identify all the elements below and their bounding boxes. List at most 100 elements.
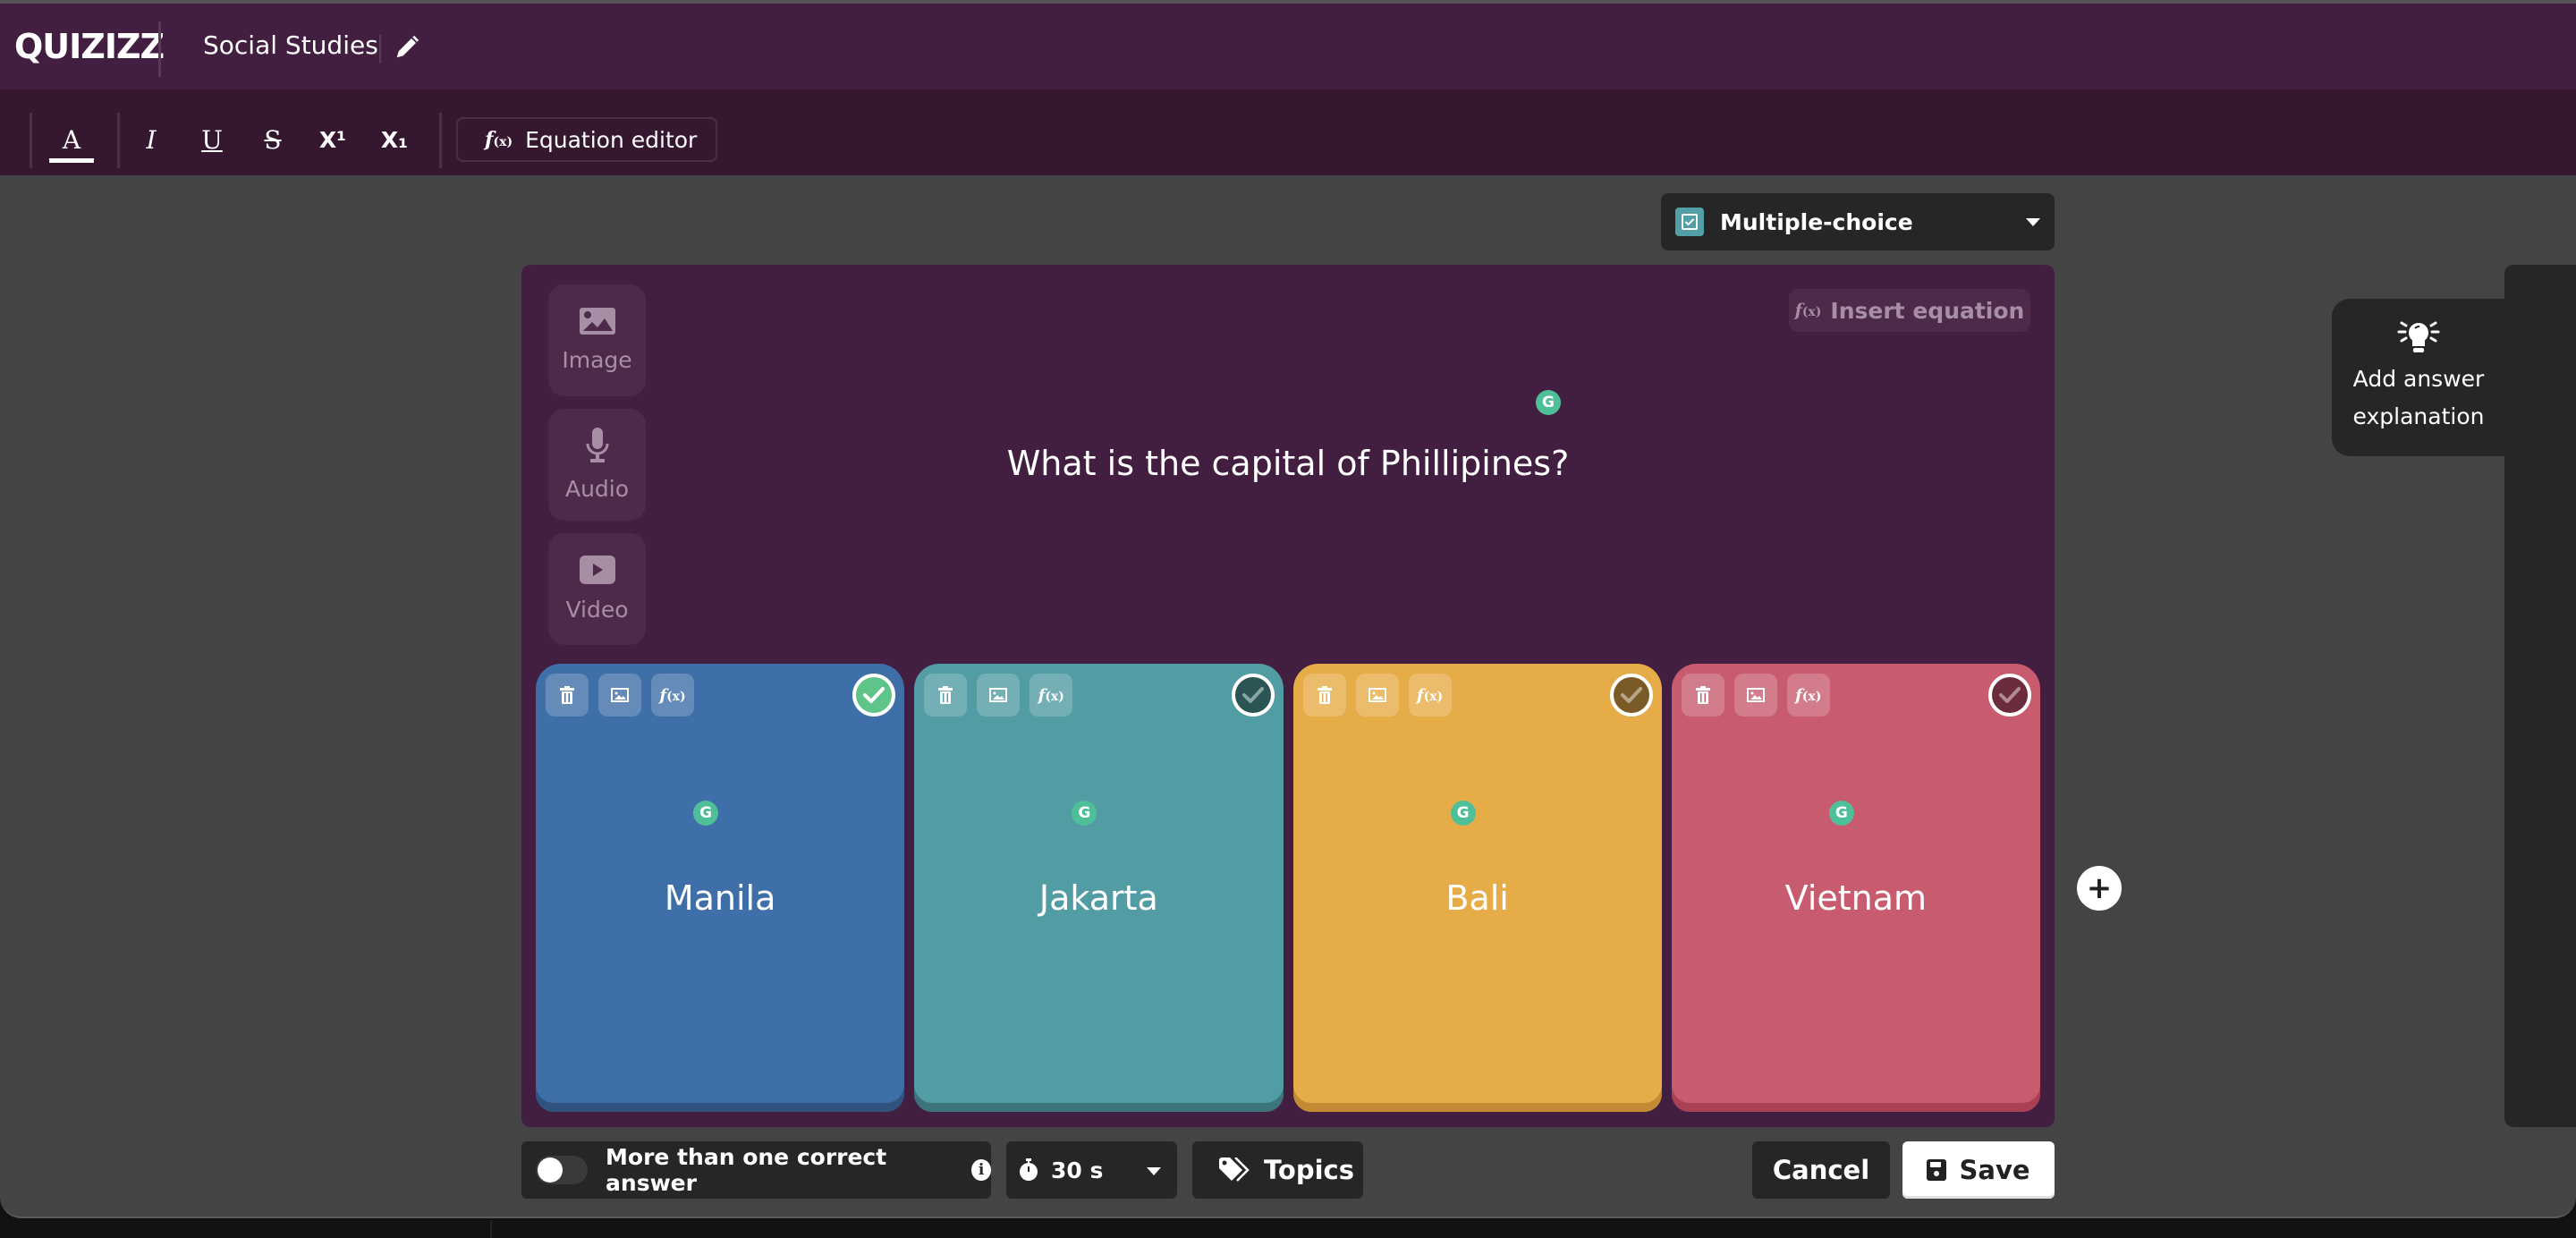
checkmark-icon xyxy=(1241,687,1264,703)
question-type-dropdown[interactable]: Multiple-choice xyxy=(1661,193,2055,250)
checkmark-icon xyxy=(863,687,886,703)
tags-icon xyxy=(1219,1157,1250,1182)
grammarly-icon[interactable]: G xyxy=(1450,801,1476,826)
text-color-button[interactable]: A xyxy=(47,114,97,165)
answer-equation-button[interactable]: f(x) xyxy=(1030,674,1073,717)
mark-correct-toggle[interactable] xyxy=(1231,674,1275,717)
delete-answer-button[interactable] xyxy=(1302,674,1346,717)
add-audio-button[interactable]: Audio xyxy=(548,409,646,521)
answer-text[interactable]: Vietnam xyxy=(1672,878,2040,918)
trash-icon xyxy=(1695,686,1710,704)
timer-dropdown[interactable]: 30 s xyxy=(1006,1141,1177,1199)
underline-button[interactable]: U xyxy=(187,114,237,165)
function-icon: f(x) xyxy=(1795,685,1822,705)
answer-option-card[interactable]: f(x) G Bali xyxy=(1292,664,1662,1112)
answer-options: f(x) G Manila f(x) G Jakarta f(x) G Bali f(x) G Vie… xyxy=(536,664,2040,1113)
chevron-down-icon xyxy=(2026,218,2040,226)
grammarly-icon[interactable]: G xyxy=(1536,390,1561,415)
right-side-panel xyxy=(2504,265,2576,1127)
add-image-button[interactable]: Image xyxy=(548,284,646,396)
delete-answer-button[interactable] xyxy=(1681,674,1724,717)
answer-equation-button[interactable]: f(x) xyxy=(1408,674,1452,717)
mark-correct-toggle[interactable] xyxy=(1609,674,1653,717)
question-editor: Image Audio Video f(x) Insert equation G… xyxy=(521,265,2055,1127)
delete-answer-button[interactable] xyxy=(546,674,589,717)
chevron-down-icon xyxy=(1147,1167,1161,1175)
taskbar-strip xyxy=(0,1220,2576,1238)
mark-correct-toggle[interactable] xyxy=(1988,674,2031,717)
image-icon xyxy=(1746,688,1765,702)
answer-option-card[interactable]: f(x) G Vietnam xyxy=(1671,664,2040,1112)
add-answer-button[interactable]: + xyxy=(2077,866,2122,911)
image-icon xyxy=(989,688,1008,702)
info-icon[interactable]: i xyxy=(971,1159,991,1181)
answer-image-button[interactable] xyxy=(1733,674,1777,717)
image-icon xyxy=(579,308,615,335)
toggle-knob xyxy=(538,1157,563,1183)
italic-icon: I xyxy=(146,124,157,155)
explanation-label-line1: Add answer xyxy=(2352,366,2485,392)
answer-tools: f(x) xyxy=(1681,674,1830,717)
trash-icon xyxy=(938,686,953,704)
equation-editor-button[interactable]: f(x) Equation editor xyxy=(456,117,717,162)
equation-editor-label: Equation editor xyxy=(525,126,698,153)
image-label: Image xyxy=(562,347,632,373)
answer-image-button[interactable] xyxy=(1355,674,1399,717)
grammarly-icon[interactable]: G xyxy=(693,801,719,826)
grammarly-icon[interactable]: G xyxy=(1072,801,1097,826)
answer-text[interactable]: Jakarta xyxy=(914,878,1283,918)
underline-icon: U xyxy=(201,124,223,155)
answer-equation-button[interactable]: f(x) xyxy=(651,674,694,717)
quiz-title[interactable]: Social Studies xyxy=(203,30,378,60)
subscript-icon: X₁ xyxy=(380,126,409,153)
function-icon: f(x) xyxy=(659,685,686,705)
answer-tools: f(x) xyxy=(924,674,1073,717)
answer-option-card[interactable]: f(x) G Jakarta xyxy=(914,664,1284,1112)
save-label: Save xyxy=(1959,1155,2030,1185)
checkmark-icon xyxy=(1999,687,2021,703)
video-label: Video xyxy=(565,597,629,623)
superscript-button[interactable]: X¹ xyxy=(308,114,358,165)
answer-image-button[interactable] xyxy=(598,674,641,717)
video-icon xyxy=(579,555,615,584)
explanation-label-line2: explanation xyxy=(2352,403,2485,429)
toolbar-divider xyxy=(117,113,120,168)
subscript-button[interactable]: X₁ xyxy=(369,114,419,165)
microphone-icon xyxy=(586,428,608,462)
topics-button[interactable]: Topics xyxy=(1192,1141,1363,1199)
answer-option-card[interactable]: f(x) G Manila xyxy=(536,664,905,1112)
answer-tools: f(x) xyxy=(546,674,694,717)
multi-correct-label: More than one correct answer xyxy=(606,1144,887,1196)
toolbar-divider xyxy=(30,113,32,168)
function-icon: f(x) xyxy=(1416,685,1444,705)
mark-correct-toggle[interactable] xyxy=(852,674,896,717)
answer-text[interactable]: Bali xyxy=(1293,878,1662,918)
image-icon xyxy=(1368,688,1386,702)
checkmark-icon xyxy=(1620,687,1642,703)
trash-icon xyxy=(1317,686,1332,704)
multi-correct-toggle[interactable] xyxy=(536,1156,589,1184)
timer-value: 30 s xyxy=(1051,1157,1104,1183)
taskbar-divider xyxy=(490,1220,492,1238)
italic-button[interactable]: I xyxy=(126,114,176,165)
answer-equation-button[interactable]: f(x) xyxy=(1786,674,1830,717)
insert-equation-button[interactable]: f(x) Insert equation xyxy=(1789,289,2030,332)
image-icon xyxy=(611,688,629,702)
answer-text[interactable]: Manila xyxy=(536,878,904,918)
save-button[interactable]: Save xyxy=(1902,1141,2055,1199)
question-text[interactable]: What is the capital of Phillipines? xyxy=(736,444,1840,483)
cancel-button[interactable]: Cancel xyxy=(1752,1141,1890,1199)
delete-answer-button[interactable] xyxy=(924,674,968,717)
strikethrough-button[interactable]: S xyxy=(248,114,298,165)
question-type-label: Multiple-choice xyxy=(1720,208,1913,235)
grammarly-icon[interactable]: G xyxy=(1828,801,1854,826)
audio-label: Audio xyxy=(564,476,630,502)
stopwatch-icon xyxy=(1020,1158,1038,1181)
quizizz-logo[interactable]: QUIZIZZ xyxy=(14,27,165,66)
topics-label: Topics xyxy=(1264,1155,1355,1185)
pencil-icon[interactable] xyxy=(394,34,420,61)
answer-tools: f(x) xyxy=(1302,674,1452,717)
add-answer-explanation-button[interactable]: Add answer explanation xyxy=(2332,299,2505,456)
answer-image-button[interactable] xyxy=(977,674,1021,717)
add-video-button[interactable]: Video xyxy=(548,533,646,645)
